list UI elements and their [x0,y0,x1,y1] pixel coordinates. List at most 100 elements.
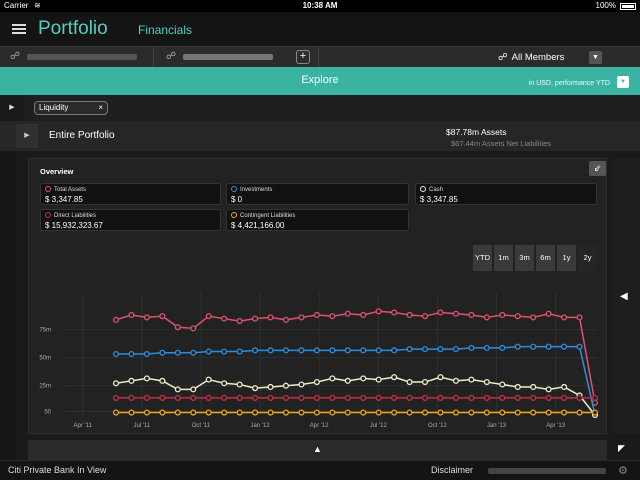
expand-bottom-bar[interactable]: ▲ [28,440,607,460]
data-point [591,394,599,401]
data-point [499,409,506,416]
app-header: Portfolio Financials [0,12,640,46]
members-label: All Members [511,52,565,63]
data-point [143,394,150,401]
data-point [391,347,398,354]
right-rail[interactable]: ◀ [612,158,640,434]
add-client-button[interactable]: + [296,50,310,64]
data-point [468,344,475,351]
data-point [112,409,120,416]
data-point [128,377,135,384]
dot-icon [45,212,51,218]
data-point [298,394,305,401]
portfolio-name: Entire Portfolio [49,130,115,141]
data-point [421,394,429,401]
data-point [174,409,181,416]
data-point [360,375,367,382]
expand-corner-icon[interactable]: ◤ [618,443,625,454]
data-point [143,314,150,321]
range-6m-button[interactable]: 6m [536,245,556,271]
range-ytd-button[interactable]: YTD [473,245,493,271]
card-total-assets[interactable]: Total Assets $ 3,347.85 [40,183,221,205]
data-point [221,409,228,416]
data-point [452,346,459,353]
data-point [514,383,521,390]
data-point [236,348,243,355]
data-point [499,344,506,351]
data-point [313,394,320,401]
data-point [143,350,150,358]
card-cash[interactable]: Cash $ 3,347.85 [415,183,597,205]
card-value: $ 15,932,323.67 [45,221,103,230]
data-point [360,409,367,416]
data-point [514,313,521,320]
collapse-icon[interactable]: ⇙ [589,161,606,176]
card-direct-liabilities[interactable]: Direct Liabilities $ 15,932,323.67 [40,209,221,231]
data-point [375,308,382,315]
status-bar: Carrier ≋ 10:38 AM 100% [0,0,640,12]
overview-panel: Overview ⇙ Total Assets $ 3,347.85 Inves… [28,158,607,434]
range-1y-button[interactable]: 1y [557,245,577,271]
data-point [205,348,212,355]
battery-icon [620,3,636,10]
data-point [360,347,367,354]
data-point [112,316,120,323]
client-tab-active[interactable]: ☍ [166,51,273,62]
portfolio-row[interactable]: ▶ Entire Portfolio $87.78m Assets $67.44… [0,121,640,151]
data-point [236,394,243,401]
range-3m-button[interactable]: 3m [515,245,535,271]
data-point [344,409,351,416]
data-point [298,409,305,416]
chevron-down-icon[interactable]: ▼ [589,51,602,64]
disclaimer-link[interactable]: Disclaimer [431,465,473,475]
card-contingent-liabilities[interactable]: Contingent Liabilities $ 4,421,166.00 [226,209,409,231]
data-point [452,409,459,416]
chevron-left-icon[interactable]: ◀ [620,291,628,302]
members-selector[interactable]: ☍ All Members [498,52,564,63]
x-tick-label: Jul '12 [370,423,388,429]
chevron-up-icon[interactable]: ▲ [28,444,607,454]
menu-icon[interactable] [12,24,26,34]
data-point [421,313,429,320]
card-label: Investments [240,187,273,193]
data-point [576,343,583,350]
data-point [530,409,537,416]
data-point [375,409,382,416]
people-icon: ☍ [498,52,508,63]
range-2y-button[interactable]: 2y [578,245,598,271]
data-point [561,409,568,416]
gear-icon[interactable]: ⚙ [618,464,628,477]
data-point [360,311,367,319]
y-tick-label: 75m [39,328,51,334]
close-icon[interactable]: × [98,102,103,114]
y-tick-label: 25m [39,384,51,390]
data-point [221,315,228,322]
data-point [159,377,166,384]
data-point [298,314,305,321]
card-value: $ 3,347.85 [420,195,458,204]
data-point [329,313,336,320]
data-point [468,311,475,319]
data-point [128,409,135,416]
client-bar: ☍ ☍ + ☍ All Members ▼ [0,46,640,68]
x-tick-label: Oct '12 [428,423,447,429]
user-name-redacted[interactable] [488,468,606,474]
chevron-down-icon[interactable]: ▼ [617,76,629,88]
expand-filter-icon[interactable]: ▶ [0,95,24,121]
overview-title: Overview [40,167,74,176]
client-tab-inactive[interactable]: ☍ [10,51,137,62]
portfolio-assets: $87.78m Assets [446,127,507,137]
data-point [282,347,290,354]
card-investments[interactable]: Investments $ 0 [226,183,409,205]
expand-portfolio-icon[interactable]: ▶ [16,124,38,148]
data-point [282,409,290,416]
left-gutter [0,151,16,460]
data-point [406,379,413,386]
people-icon: ☍ [166,51,177,62]
data-point [174,349,181,356]
filter-chip-liquidity[interactable]: Liquidity × [34,101,108,115]
x-tick-label: Apr '11 [74,423,93,429]
range-1m-button[interactable]: 1m [494,245,514,271]
x-tick-label: Jul '11 [133,423,150,429]
data-point [406,311,413,319]
